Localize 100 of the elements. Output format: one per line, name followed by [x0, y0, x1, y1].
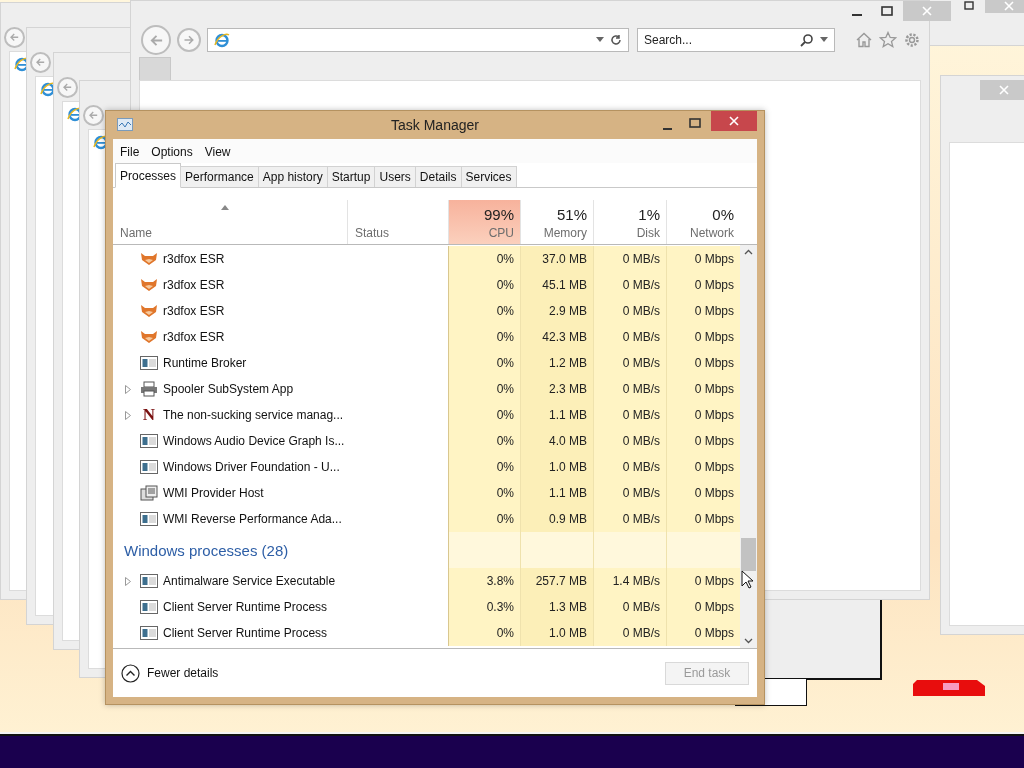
process-name[interactable]: WMI Reverse Performance Ada...	[113, 506, 347, 532]
app-window-icon	[140, 434, 158, 448]
maximize-icon	[964, 0, 974, 10]
table-cell: 1.3 MB	[520, 594, 593, 620]
expand-arrow-icon[interactable]	[125, 384, 131, 394]
app-icon	[117, 118, 133, 132]
column-header[interactable]: 0% Network	[666, 200, 740, 244]
table-cell: 0%	[448, 620, 520, 646]
process-name[interactable]: r3dfox ESR	[113, 324, 347, 350]
browser-logo-icon	[214, 32, 230, 48]
process-name[interactable]: Spooler SubSystem App	[113, 376, 347, 402]
tab[interactable]: Services	[460, 166, 517, 187]
scrollbar-thumb[interactable]	[741, 538, 756, 571]
table-cell: 0 MB/s	[593, 506, 666, 532]
expand-arrow-icon[interactable]	[125, 576, 131, 586]
close-button[interactable]	[980, 80, 1024, 100]
app-window-icon	[140, 626, 158, 640]
service-logo-icon: N	[140, 407, 158, 423]
tab[interactable]: Details	[414, 166, 462, 187]
collapse-icon[interactable]	[121, 663, 140, 683]
group-heading[interactable]: Windows processes (28)	[113, 532, 448, 568]
process-name[interactable]: r3dfox ESR	[113, 272, 347, 298]
table-cell: 0%	[448, 350, 520, 376]
browser-logo-icon	[40, 81, 56, 97]
process-label: r3dfox ESR	[163, 252, 225, 266]
address-field[interactable]	[207, 28, 629, 52]
tab[interactable]: Processes	[115, 163, 182, 188]
dropdown-icon[interactable]	[596, 37, 604, 43]
back-button[interactable]	[83, 105, 104, 126]
table-cell: 1.0 MB	[520, 454, 593, 480]
menu-item[interactable]: Options	[146, 143, 198, 161]
process-label: Windows Audio Device Graph Is...	[163, 434, 345, 448]
tab[interactable]: Users	[374, 166, 416, 187]
close-icon	[922, 6, 932, 16]
table-cell: 0 Mbps	[666, 298, 740, 324]
process-name[interactable]: WMI Provider Host	[113, 480, 347, 506]
process-name[interactable]: r3dfox ESR	[113, 246, 347, 272]
menu-item[interactable]: File	[115, 143, 145, 161]
favorites-icon[interactable]	[879, 31, 897, 49]
home-icon[interactable]	[855, 31, 873, 49]
table-cell: 0 Mbps	[666, 350, 740, 376]
column-header[interactable]: 99% CPU	[448, 200, 520, 244]
close-button[interactable]	[711, 111, 757, 131]
refresh-icon[interactable]	[610, 34, 622, 46]
process-name[interactable]: Client Server Runtime Process	[113, 620, 347, 646]
process-name[interactable]: N The non-sucking service manag...	[113, 402, 347, 428]
close-icon	[999, 85, 1009, 95]
back-button[interactable]	[4, 27, 25, 48]
dropdown-icon[interactable]	[820, 37, 828, 43]
app-window-icon	[140, 460, 158, 474]
table-cell: 0%	[448, 298, 520, 324]
process-label: The non-sucking service manag...	[163, 408, 344, 422]
back-arrow-icon	[148, 32, 164, 48]
scroll-up-icon[interactable]	[744, 249, 753, 255]
fox-icon	[140, 252, 158, 266]
back-button[interactable]	[30, 52, 51, 73]
search-placeholder: Search...	[644, 33, 694, 47]
table-cell: 0 MB/s	[593, 480, 666, 506]
table-cell: 0 Mbps	[666, 376, 740, 402]
table-cell: 0 MB/s	[593, 402, 666, 428]
process-name[interactable]: Antimalware Service Executable	[113, 568, 347, 594]
scrollbar[interactable]	[740, 245, 757, 648]
column-header[interactable]: 51% Memory	[520, 200, 593, 244]
back-arrow-icon	[35, 57, 46, 68]
process-label: Client Server Runtime Process	[163, 626, 328, 640]
app-window-icon	[140, 512, 158, 526]
search-icon[interactable]	[800, 33, 814, 47]
table-cell: 1.1 MB	[520, 402, 593, 428]
forward-button[interactable]	[177, 28, 201, 52]
table-cell: 257.7 MB	[520, 568, 593, 594]
back-button[interactable]	[141, 25, 171, 55]
process-name[interactable]: Runtime Broker	[113, 350, 347, 376]
table-cell: 0 MB/s	[593, 594, 666, 620]
process-name[interactable]: Windows Audio Device Graph Is...	[113, 428, 347, 454]
table-cell: 0 Mbps	[666, 594, 740, 620]
table-cell: 0 Mbps	[666, 454, 740, 480]
process-label: r3dfox ESR	[163, 278, 225, 292]
process-name[interactable]: Windows Driver Foundation - U...	[113, 454, 347, 480]
settings-icon[interactable]	[903, 31, 921, 49]
table-cell: 0%	[448, 246, 520, 272]
tab[interactable]: App history	[257, 166, 328, 187]
minimize-icon	[662, 128, 672, 130]
column-header[interactable]: 1% Disk	[593, 200, 666, 244]
process-name[interactable]: Client Server Runtime Process	[113, 594, 347, 620]
table-cell: 0.9 MB	[520, 506, 593, 532]
search-field[interactable]: Search...	[637, 28, 835, 52]
server-icon	[140, 485, 158, 501]
process-name[interactable]: r3dfox ESR	[113, 298, 347, 324]
cursor-icon	[741, 570, 754, 589]
tab[interactable]: Performance	[180, 166, 259, 187]
table-cell: 0 Mbps	[666, 428, 740, 454]
menu-item[interactable]: View	[199, 143, 236, 161]
scroll-down-icon[interactable]	[744, 638, 753, 644]
table-cell: 0%	[448, 324, 520, 350]
back-button[interactable]	[57, 77, 78, 98]
fewer-details-link[interactable]: Fewer details	[147, 666, 219, 680]
expand-arrow-icon[interactable]	[125, 410, 131, 420]
column-header[interactable]: Name	[113, 200, 347, 244]
tab[interactable]: Startup	[326, 166, 376, 187]
table-cell: 0 Mbps	[666, 402, 740, 428]
